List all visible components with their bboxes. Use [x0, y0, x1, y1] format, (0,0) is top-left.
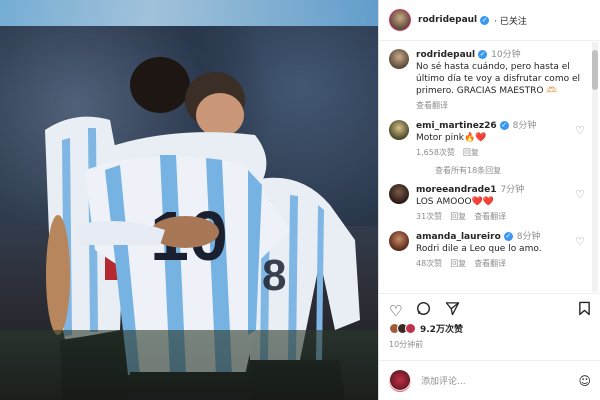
likes-count: 9.2万次赞: [420, 325, 463, 335]
share-icon[interactable]: [445, 301, 460, 320]
comment-likes[interactable]: 31次赞: [416, 212, 442, 221]
caption-time: 10分钟: [491, 50, 521, 60]
post-panel: rodridepaul ✓ · 已关注 rodridepaul ✓ 10分钟 No …: [378, 0, 600, 400]
post-header: rodridepaul ✓ · 已关注: [379, 0, 600, 41]
emoji-icon[interactable]: ☺: [578, 374, 591, 388]
avatar[interactable]: [389, 49, 409, 69]
heart-icon[interactable]: ♡: [575, 188, 585, 201]
avatar[interactable]: [389, 9, 411, 31]
heart-icon[interactable]: ♡: [575, 124, 585, 137]
reply-button[interactable]: 回复: [450, 212, 466, 221]
post-time: 10分钟前: [389, 340, 424, 349]
caption: rodridepaul ✓ 10分钟 No sé hasta cuándo, per…: [379, 41, 593, 112]
header-username[interactable]: rodridepaul: [418, 15, 477, 25]
verified-icon: ✓: [503, 232, 513, 241]
comment-icon[interactable]: [416, 301, 431, 320]
reply-button[interactable]: 回复: [463, 148, 479, 157]
translate-link[interactable]: 查看翻译: [474, 212, 506, 221]
comment-time: 7分钟: [500, 185, 525, 195]
heart-icon[interactable]: ♡: [389, 302, 402, 320]
list-item: moreeandrade1 7分钟 LOS AMOOO❤️❤️ 31次赞 回复 查看翻…: [379, 176, 593, 223]
comments-list: rodridepaul ✓ 10分钟 No sé hasta cuándo, per…: [379, 41, 593, 293]
comment-likes[interactable]: 1,658次赞: [416, 148, 455, 157]
bookmark-icon[interactable]: [578, 301, 591, 320]
liker-avatars: [389, 323, 416, 334]
comment-text: Motor pink🔥❤️: [416, 133, 487, 143]
comment-text: Rodri dile a Leo que lo amo.: [416, 244, 542, 254]
svg-text:8: 8: [262, 251, 286, 300]
scrollbar-thumb[interactable]: [592, 50, 598, 90]
comment-username[interactable]: amanda_laureiro: [416, 232, 501, 242]
heart-icon[interactable]: ♡: [575, 235, 585, 248]
post-photo[interactable]: 8 10: [0, 0, 378, 400]
follow-status[interactable]: · 已关注: [494, 14, 527, 27]
reply-button[interactable]: 回复: [450, 259, 466, 268]
caption-text: No sé hasta cuándo, pero hasta el último…: [416, 62, 580, 96]
comment-likes[interactable]: 48次赞: [416, 259, 442, 268]
avatar[interactable]: [389, 120, 409, 140]
verified-icon: ✓: [499, 121, 509, 130]
comment-username[interactable]: emi_martinez26: [416, 121, 497, 131]
pitch-shadow: [0, 330, 378, 400]
view-replies-link[interactable]: 查看所有18条回复: [379, 159, 593, 176]
comment-time: 8分钟: [512, 121, 537, 131]
comment-username[interactable]: moreeandrade1: [416, 185, 496, 195]
instagram-post-view: 8 10 rodridepaul ✓ ·: [0, 0, 600, 400]
translate-link[interactable]: 查看翻译: [416, 101, 448, 110]
comment-text: LOS AMOOO❤️❤️: [416, 197, 494, 207]
comment-form: 添加评论... ☺: [379, 360, 600, 400]
avatar[interactable]: [389, 184, 409, 204]
avatar: [389, 369, 411, 392]
translate-link[interactable]: 查看翻译: [474, 259, 506, 268]
avatar[interactable]: [389, 231, 409, 251]
comment-input[interactable]: 添加评论...: [421, 374, 578, 387]
verified-icon: ✓: [478, 50, 488, 59]
caption-username[interactable]: rodridepaul: [416, 50, 475, 60]
likes-summary[interactable]: 9.2万次赞: [389, 322, 463, 335]
verified-icon: ✓: [480, 15, 490, 25]
list-item: amanda_laureiro ✓ 8分钟 Rodri dile a Leo que…: [379, 223, 593, 270]
comment-time: 8分钟: [516, 232, 541, 242]
avatar: [405, 323, 416, 334]
list-item: emi_martinez26 ✓ 8分钟 Motor pink🔥❤️ 1,658次赞…: [379, 112, 593, 159]
scrollbar[interactable]: [592, 42, 598, 292]
